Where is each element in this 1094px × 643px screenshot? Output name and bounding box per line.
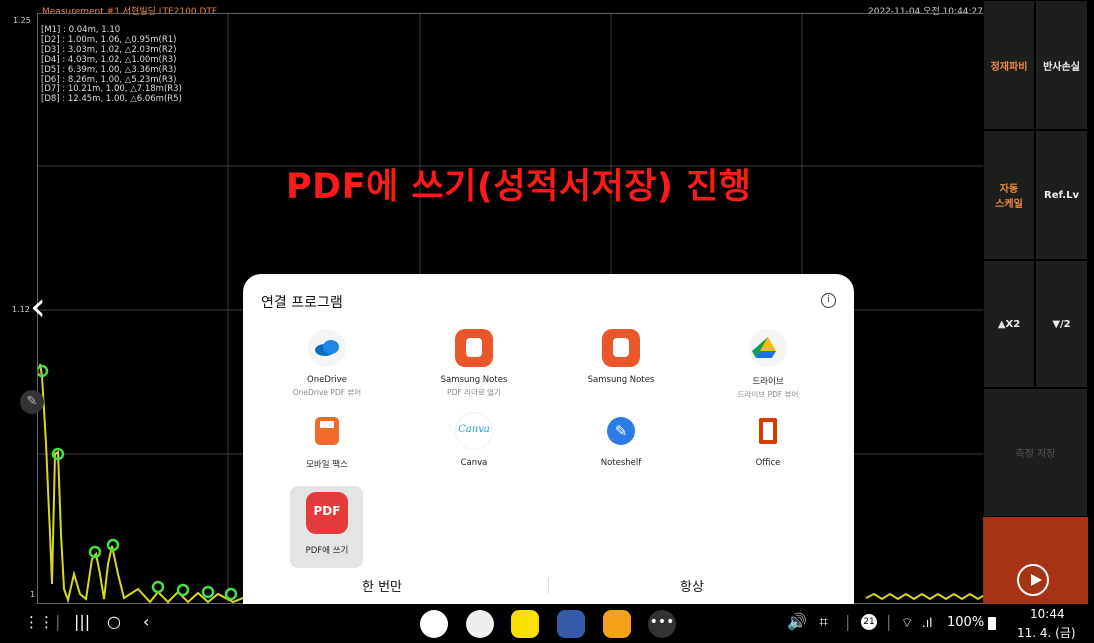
app-store-icon[interactable] bbox=[557, 610, 585, 638]
vswr-button[interactable]: 정재파비 bbox=[983, 0, 1035, 130]
samsung-notes-icon bbox=[602, 329, 640, 367]
y-axis-mid-label: 1.12 bbox=[12, 305, 30, 314]
app-sub: PDF 리더로 열기 bbox=[447, 388, 501, 397]
app-office[interactable]: Office bbox=[698, 412, 838, 468]
app-onedrive[interactable]: OneDrive OneDrive PDF 뷰어 bbox=[257, 329, 397, 398]
app-google-drive[interactable]: 드라이브 드라이브 PDF 뷰어 bbox=[698, 329, 838, 400]
battery-icon bbox=[988, 617, 996, 630]
chevron-left-icon[interactable]: ‹ bbox=[30, 284, 46, 330]
taskbar-divider: | bbox=[886, 612, 892, 631]
app-dock-icon[interactable] bbox=[466, 610, 494, 638]
app-name: PDF에 쓰기 bbox=[305, 546, 349, 556]
app-noteshelf[interactable]: ✎ Noteshelf bbox=[551, 412, 691, 468]
play-icon bbox=[1017, 564, 1049, 596]
my-files-icon[interactable] bbox=[603, 610, 631, 638]
marker-readout: [D8] : 12.45m, 1.00, △6.06m(R5) bbox=[41, 94, 182, 105]
dtf-trace bbox=[39, 363, 254, 603]
app-mobile-fax[interactable]: 모바일 팩스 bbox=[257, 412, 397, 470]
right-sidebar: 정재파비 반사손실 자동 스케일 Ref.Lv ▲X2 ▼/2 측정 저장 bbox=[983, 0, 1088, 604]
always-button[interactable]: 항상 bbox=[617, 576, 767, 595]
samsung-notes-icon bbox=[455, 329, 493, 367]
app-samsung-notes[interactable]: Samsung Notes bbox=[551, 329, 691, 385]
app-sub: 드라이브 PDF 뷰어 bbox=[737, 390, 799, 399]
volume-icon[interactable]: 🔊 bbox=[787, 612, 807, 631]
settings-gear-icon[interactable] bbox=[420, 610, 448, 638]
app-name: 드라이브 bbox=[752, 377, 784, 387]
marker-d5 bbox=[151, 580, 165, 594]
auto-scale-button[interactable]: 자동 스케일 bbox=[983, 130, 1035, 260]
app-name: Samsung Notes bbox=[587, 375, 655, 385]
just-once-button[interactable]: 한 번만 bbox=[307, 576, 457, 595]
app-sub: OneDrive PDF 뷰어 bbox=[292, 388, 362, 397]
wifi-icon: ⌔ bbox=[901, 616, 914, 631]
apps-grid-icon[interactable]: ⋮⋮ bbox=[24, 613, 54, 631]
app-name: Noteshelf bbox=[600, 458, 642, 468]
app-canva[interactable]: Canva Canva bbox=[404, 412, 544, 468]
android-taskbar: ⋮⋮ | ||| ○ ‹ ••• 🔊 ⌗ | 21 | ⌔ .ıl 100% 1… bbox=[0, 604, 1094, 643]
office-icon bbox=[749, 412, 787, 450]
recents-icon[interactable]: ||| bbox=[74, 612, 90, 631]
app-samsung-notes-reader[interactable]: Samsung Notes PDF 리더로 열기 bbox=[404, 329, 544, 398]
marker-d7 bbox=[201, 585, 215, 599]
more-apps-icon[interactable]: ••• bbox=[648, 610, 676, 638]
button-divider bbox=[548, 578, 549, 594]
ref-level-button[interactable]: Ref.Lv bbox=[1035, 130, 1088, 260]
zoom-div2-button[interactable]: ▼/2 bbox=[1035, 260, 1088, 388]
back-icon[interactable]: ‹ bbox=[143, 612, 149, 631]
marker-readout-list: [M1] : 0.04m, 1.10 [D2] : 1.00m, 1.06, △… bbox=[41, 25, 182, 105]
dtf-trace-right bbox=[865, 592, 994, 601]
taskbar-divider: | bbox=[845, 612, 851, 631]
app-name: Office bbox=[755, 458, 781, 468]
taskbar-divider: | bbox=[55, 612, 61, 631]
notification-count[interactable]: 21 bbox=[861, 614, 877, 630]
noteshelf-icon: ✎ bbox=[602, 412, 640, 450]
return-loss-button[interactable]: 반사손실 bbox=[1035, 0, 1088, 130]
app-name: Canva bbox=[460, 458, 488, 468]
battery-percent: 100% bbox=[947, 615, 985, 630]
info-icon[interactable]: i bbox=[821, 293, 836, 308]
app-name: OneDrive bbox=[307, 375, 347, 385]
pencil-icon[interactable]: ✎ bbox=[20, 390, 44, 414]
app-name: Samsung Notes bbox=[440, 375, 508, 385]
save-measurement-button[interactable]: 측정 저장 bbox=[983, 388, 1088, 517]
dialog-title: 연결 프로그램 bbox=[261, 295, 343, 311]
zoom-x2-button[interactable]: ▲X2 bbox=[983, 260, 1035, 388]
kakaotalk-icon[interactable] bbox=[511, 610, 539, 638]
app-pdf-write[interactable]: PDF PDF에 쓰기 bbox=[257, 492, 397, 556]
run-sweep-button[interactable] bbox=[983, 517, 1088, 604]
fax-icon bbox=[308, 412, 346, 450]
signal-icon: .ıl bbox=[922, 616, 933, 630]
y-axis-bottom-label: 1 bbox=[30, 590, 36, 599]
onedrive-icon bbox=[308, 329, 346, 367]
screen-capture-icon[interactable]: ⌗ bbox=[819, 612, 828, 632]
pdf-write-icon: PDF bbox=[306, 492, 348, 534]
app-name: 모바일 팩스 bbox=[306, 460, 348, 470]
marker-d6 bbox=[176, 583, 190, 597]
canva-icon: Canva bbox=[455, 412, 493, 450]
y-axis-top-label: 1.25 bbox=[13, 16, 31, 25]
google-drive-icon bbox=[749, 329, 787, 367]
status-date: 11. 4. (금) bbox=[1017, 626, 1076, 640]
instruction-banner: PDF에 쓰기(성적서저장) 진행 bbox=[286, 167, 752, 207]
home-icon[interactable]: ○ bbox=[107, 612, 121, 631]
open-with-dialog: 연결 프로그램 i OneDrive OneDrive PDF 뷰어 Samsu… bbox=[243, 274, 854, 604]
status-time: 10:44 bbox=[1030, 607, 1065, 621]
